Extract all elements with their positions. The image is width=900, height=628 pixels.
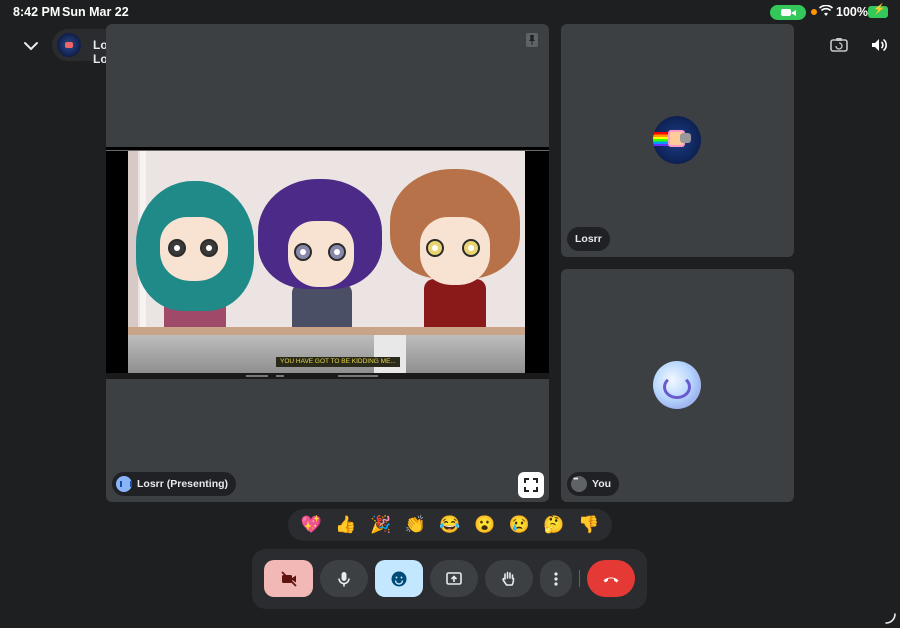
- presentation-tile[interactable]: YOU HAVE GOT TO BE KIDDING ME... Losrr (…: [106, 24, 549, 502]
- shared-video-frame: YOU HAVE GOT TO BE KIDDING ME...: [128, 151, 525, 373]
- reaction-clapping[interactable]: 👏: [400, 509, 430, 541]
- call-end-icon: [603, 577, 619, 582]
- audio-activity-icon: [116, 476, 132, 492]
- character-teal: [136, 181, 256, 359]
- avatar: [653, 116, 701, 164]
- meet-call-screen: 8:42 PM Sun Mar 22 100% Losrr, Losrr: [0, 0, 900, 628]
- desk-top: [128, 327, 525, 335]
- more-vert-icon: [554, 571, 558, 586]
- reaction-thumbs-up[interactable]: 👍: [331, 509, 361, 541]
- status-bar: 8:42 PM Sun Mar 22 100%: [0, 0, 900, 24]
- self-name-chip[interactable]: You: [567, 472, 620, 496]
- battery-percent: 100%: [836, 5, 868, 19]
- reactions-button[interactable]: [375, 560, 423, 597]
- microphone-button[interactable]: [320, 560, 368, 597]
- camera-off-button[interactable]: [264, 560, 313, 597]
- self-name: You: [592, 478, 612, 490]
- desk-gap: [374, 335, 406, 373]
- character-brown: [390, 169, 522, 351]
- wifi-icon: [818, 4, 834, 20]
- reaction-thumbs-down[interactable]: 👎: [574, 509, 604, 541]
- present-screen-icon: [446, 571, 462, 585]
- desk-front: [128, 335, 525, 373]
- presenter-name: Losrr (Presenting): [137, 478, 229, 490]
- status-date: Sun Mar 22: [62, 5, 129, 19]
- battery-charging-icon: [868, 4, 888, 18]
- player-control: [276, 375, 284, 377]
- present-button[interactable]: [430, 560, 478, 597]
- participant-name: Losrr: [575, 233, 602, 245]
- camera-in-use-icon: [770, 5, 806, 20]
- player-control: [246, 375, 268, 377]
- avatar: [653, 361, 701, 409]
- controls-divider: [579, 570, 580, 587]
- mic-indicator-icon: [811, 9, 817, 15]
- collapse-button[interactable]: [18, 33, 44, 59]
- raise-hand-button[interactable]: [485, 560, 533, 597]
- reaction-surprised[interactable]: 😮: [470, 509, 500, 541]
- nyan-rainbow: [653, 132, 669, 146]
- character-eye: [328, 243, 346, 261]
- call-controls: [252, 549, 647, 609]
- leave-call-button[interactable]: [587, 560, 635, 597]
- reactions-bar: 💖 👍 🎉 👏 😂 😮 😢 🤔 👎: [288, 509, 612, 541]
- character-eye: [168, 239, 186, 257]
- video-subtitle: YOU HAVE GOT TO BE KIDDING ME...: [276, 357, 400, 367]
- participant-name-chip: Losrr: [567, 227, 610, 251]
- video-off-icon: [280, 570, 297, 587]
- mic-icon: [338, 571, 350, 586]
- switch-camera-icon[interactable]: [828, 35, 850, 55]
- reaction-thinking[interactable]: 🤔: [539, 509, 569, 541]
- pin-icon[interactable]: [523, 31, 541, 49]
- character-purple: [258, 179, 386, 357]
- character-eye: [426, 239, 444, 257]
- reaction-laughing[interactable]: 😂: [435, 509, 465, 541]
- reaction-sad[interactable]: 😢: [504, 509, 534, 541]
- emoji-icon: [391, 571, 407, 586]
- fullscreen-button[interactable]: [518, 472, 544, 498]
- more-horiz-icon[interactable]: [571, 476, 587, 492]
- reaction-party-popper[interactable]: 🎉: [366, 509, 396, 541]
- hand-icon: [502, 571, 515, 586]
- nyan-head: [680, 133, 691, 143]
- speaker-icon[interactable]: [868, 35, 890, 55]
- video-player-controls: [106, 373, 549, 379]
- character-eye: [462, 239, 480, 257]
- character-eye: [200, 239, 218, 257]
- header-tools: [828, 35, 890, 55]
- status-time: 8:42 PM: [13, 5, 61, 19]
- chevron-down-icon: [24, 42, 38, 51]
- reaction-sparkling-heart[interactable]: 💖: [296, 509, 326, 541]
- self-tile[interactable]: You: [561, 269, 794, 502]
- fullscreen-icon: [524, 478, 538, 492]
- resize-handle-icon[interactable]: [884, 611, 896, 624]
- avatar: [57, 33, 81, 57]
- presenter-name-chip: Losrr (Presenting): [112, 472, 237, 496]
- participant-tile[interactable]: Losrr: [561, 24, 794, 257]
- more-options-button[interactable]: [540, 560, 572, 597]
- player-control: [338, 375, 378, 377]
- shared-screen-video: YOU HAVE GOT TO BE KIDDING ME...: [106, 147, 549, 379]
- character-eye: [294, 243, 312, 261]
